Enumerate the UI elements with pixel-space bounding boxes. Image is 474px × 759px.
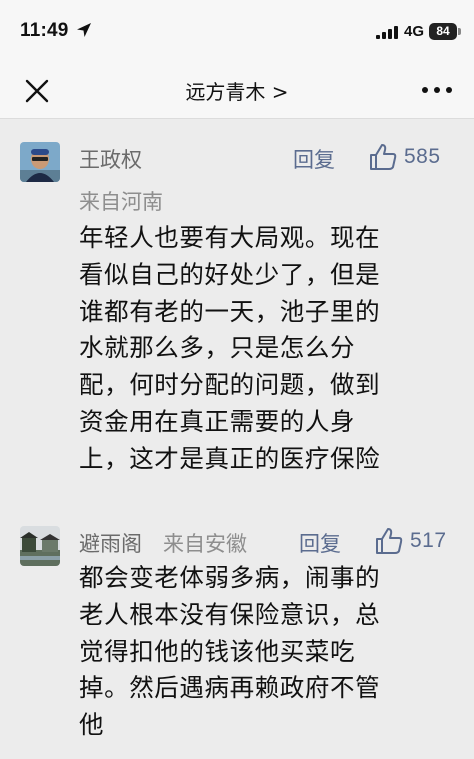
status-time: 11:49 — [20, 20, 69, 41]
battery-level: 84 — [436, 24, 450, 38]
more-options-icon[interactable] — [420, 82, 454, 98]
reply-button[interactable]: 回复 — [299, 528, 341, 558]
avatar-photo-icon — [20, 142, 60, 182]
comment-text-line: 看似自己的好处少了，但是 — [79, 259, 381, 289]
avatar[interactable] — [20, 142, 60, 182]
comment-text-line: 配，何时分配的问题，做到 — [79, 370, 381, 400]
comment-text-line: 谁都有老的一天，池子里的 — [79, 296, 381, 326]
comment-text-line: 上，这才是真正的医疗保险 — [79, 443, 381, 473]
battery-icon: 84 — [429, 23, 457, 40]
thumbs-up-icon[interactable] — [368, 142, 398, 172]
comment-username[interactable]: 避雨阁 — [79, 528, 142, 558]
comment-item: 避雨阁 来自安徽 回复 517 都会变老体弱多病，闹事的 老人根本没有保险意识，… — [0, 518, 474, 759]
status-bar: 11:49 4G 84 — [0, 0, 474, 60]
comment-origin: 来自安徽 — [163, 532, 247, 556]
thumbs-up-icon[interactable] — [374, 526, 404, 556]
comment-text: 都会变老体弱多病，闹事的 老人根本没有保险意识，总 觉得扣他的钱该他买菜吃 掉。… — [79, 560, 459, 744]
comment-origin: 来自河南 — [79, 190, 163, 214]
comment-text-line: 水就那么多，只是怎么分 — [79, 333, 356, 363]
page-title[interactable]: 远方青木 > — [0, 76, 474, 105]
comment-text-line: 觉得扣他的钱该他买菜吃 — [79, 636, 356, 666]
comment-text: 年轻人也要有大局观。现在 看似自己的好处少了，但是 谁都有老的一天，池子里的 水… — [79, 220, 459, 478]
like-count[interactable]: 585 — [404, 145, 441, 169]
comment-text-line: 老人根本没有保险意识，总 — [79, 599, 381, 629]
comment-text-line: 年轻人也要有大局观。现在 — [79, 223, 381, 252]
comment-text-line: 他 — [79, 710, 105, 740]
comment-text-line: 资金用在真正需要的人身 — [79, 406, 356, 436]
avatar-photo-icon — [20, 526, 60, 566]
like-count[interactable]: 517 — [410, 529, 447, 553]
comment-item: 王政权 回复 585 来自河南 年轻人也要有大局观。现在 看似自己的好处少了，但… — [0, 118, 474, 518]
cellular-signal-icon — [376, 26, 398, 39]
battery-cap — [458, 28, 461, 35]
nav-bar: 远方青木 > — [0, 60, 474, 119]
comment-text-line: 掉。然后遇病再赖政府不管 — [79, 673, 381, 703]
comment-text-line: 都会变老体弱多病，闹事的 — [79, 563, 381, 592]
avatar[interactable] — [20, 526, 60, 566]
comment-username[interactable]: 王政权 — [79, 144, 142, 174]
network-type: 4G — [404, 23, 425, 40]
reply-button[interactable]: 回复 — [293, 144, 335, 174]
location-arrow-icon — [77, 23, 91, 37]
